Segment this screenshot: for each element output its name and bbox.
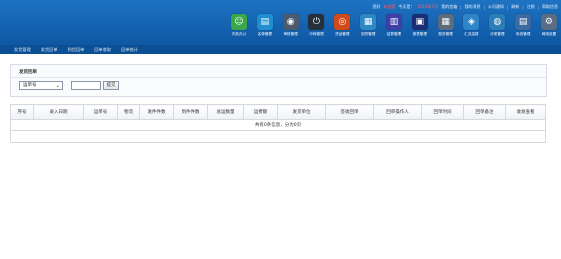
module-roster[interactable]: ▤ 名单管理 xyxy=(255,14,275,44)
column-header: 签收回单 xyxy=(325,104,374,120)
module-network[interactable]: ⚙ 网络设置 xyxy=(539,14,559,44)
module-label: 到货管理 xyxy=(360,32,376,36)
person-icon: ☺ xyxy=(231,14,247,30)
panel-divider xyxy=(11,77,546,78)
column-header: 序号 xyxy=(10,104,34,120)
column-header: 回单备注 xyxy=(463,104,506,120)
search-input[interactable] xyxy=(71,81,101,90)
top-link-help[interactable]: 帮助信息 xyxy=(542,4,558,10)
search-field-select[interactable]: 运单号 ⌄ xyxy=(19,81,63,90)
module-label: 名单管理 xyxy=(257,32,273,36)
sub-navigation: 发货管理 发货回单 到货回单 回单收取 回单统计 xyxy=(0,45,561,54)
top-link-mailbox[interactable]: 我的信箱 xyxy=(441,4,457,10)
card-icon: ▤ xyxy=(256,14,273,30)
module-label: 系统管理 xyxy=(515,32,531,36)
submit-button[interactable]: 提交 xyxy=(103,81,119,90)
module-office[interactable]: ☺ 内务办公 xyxy=(229,14,249,44)
pin-icon: ◈ xyxy=(463,14,480,30)
module-reports[interactable]: ▣ 报表管理 xyxy=(410,14,430,44)
subnav-shipping-receipt[interactable]: 发货回单 xyxy=(41,47,58,53)
column-header: 物流 xyxy=(117,104,140,120)
column-header: 到件件数 xyxy=(173,104,208,120)
receipt-table: 序号 录入日期 运单号 物流 发件件数 到件件数 总运数量 运费额 发货单位 签… xyxy=(10,104,546,143)
module-arrival[interactable]: ▦ 到货管理 xyxy=(358,14,378,44)
column-header: 回单时间 xyxy=(421,104,464,120)
module-toolbar: ☺ 内务办公 ▤ 名单管理 ◉ 审核管理 ⏻ 中转管理 ◎ 货运管理 ▦ 到货管… xyxy=(229,14,559,44)
top-links: 您好 欢迎您 今天是： 2016年1月 我的信箱 | 我的消息 | 公司通知 |… xyxy=(372,4,558,10)
book-icon: ▥ xyxy=(385,14,402,30)
clipboard-icon: ▤ xyxy=(515,14,532,30)
greeting-text: 您好 xyxy=(372,4,381,9)
target-icon: ◎ xyxy=(334,14,351,30)
module-freight[interactable]: ◎ 货运管理 xyxy=(332,14,352,44)
date-prefix: 今天是： xyxy=(398,4,415,9)
date-value: 2016年1月 xyxy=(417,4,439,9)
module-label: 报表管理 xyxy=(412,32,427,36)
table-row: 共有0条信息，分为0页 xyxy=(10,119,546,131)
module-label: 账务管理 xyxy=(438,32,453,36)
table-row xyxy=(10,130,546,143)
blank-row xyxy=(10,130,546,143)
chart-icon: ▣ xyxy=(411,14,428,30)
badge-icon: ◉ xyxy=(282,14,299,30)
module-label: 结算管理 xyxy=(386,32,402,36)
module-label: 货运管理 xyxy=(335,32,350,36)
module-audit[interactable]: ◉ 审核管理 xyxy=(281,14,301,44)
module-transfer[interactable]: ⏻ 中转管理 xyxy=(306,14,326,44)
empty-message: 共有0条信息，分为0页 xyxy=(10,119,546,131)
column-header: 发货单位 xyxy=(277,104,326,120)
settings-icon: ⚙ xyxy=(540,14,557,30)
subnav-shipping[interactable]: 发货管理 xyxy=(14,47,31,53)
module-category[interactable]: ◍ 分类管理 xyxy=(487,14,507,44)
module-accounts[interactable]: ▦ 账务管理 xyxy=(436,14,456,44)
module-label: 汇总结算 xyxy=(464,32,479,36)
select-value: 运单号 xyxy=(23,83,37,88)
subnav-arrival-receipt[interactable]: 到货回单 xyxy=(68,47,85,53)
module-settlement[interactable]: ▥ 结算管理 xyxy=(384,14,404,44)
column-header: 运单号 xyxy=(83,104,118,120)
top-link-notices[interactable]: 公司通知 xyxy=(488,4,504,10)
module-label: 分类管理 xyxy=(490,32,505,36)
app-header: 您好 欢迎您 今天是： 2016年1月 我的信箱 | 我的消息 | 公司通知 |… xyxy=(0,0,561,45)
top-link-messages[interactable]: 我的消息 xyxy=(465,4,481,10)
column-header: 回单操作人 xyxy=(373,104,422,120)
module-system[interactable]: ▤ 系统管理 xyxy=(513,14,533,44)
column-header: 总运数量 xyxy=(207,104,244,120)
calculator-icon: ▦ xyxy=(437,14,454,30)
panel-title: 发货回单 xyxy=(19,70,37,75)
subnav-receipt-stats[interactable]: 回单统计 xyxy=(121,47,138,53)
search-panel: 发货回单 运单号 ⌄ 提交 xyxy=(10,64,547,97)
document-icon: ▦ xyxy=(360,14,377,30)
chevron-down-icon: ⌄ xyxy=(55,83,60,89)
column-header: 运费额 xyxy=(243,104,278,120)
table-header-row: 序号 录入日期 运单号 物流 发件件数 到件件数 总运数量 运费额 发货单位 签… xyxy=(10,104,546,120)
column-header: 收发查看 xyxy=(505,104,546,120)
module-label: 审核管理 xyxy=(283,32,298,36)
subnav-receipt-collect[interactable]: 回单收取 xyxy=(94,47,111,53)
top-link-logout[interactable]: 注销 xyxy=(527,4,535,10)
power-icon: ⏻ xyxy=(308,14,325,30)
module-label: 中转管理 xyxy=(309,32,324,36)
globe-icon: ◍ xyxy=(489,14,506,30)
top-link-refresh[interactable]: 刷新 xyxy=(511,4,519,10)
module-label: 内务办公 xyxy=(231,32,247,36)
column-header: 发件件数 xyxy=(139,104,174,120)
column-header: 录入日期 xyxy=(33,104,84,120)
module-label: 网络设置 xyxy=(541,32,557,36)
user-name: 欢迎您 xyxy=(383,4,396,9)
module-summary[interactable]: ◈ 汇总结算 xyxy=(461,14,481,44)
